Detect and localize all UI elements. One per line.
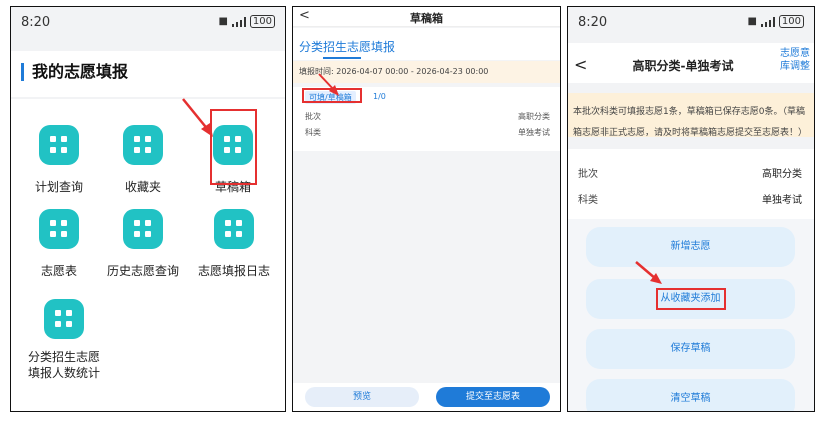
status-time: 8:20 xyxy=(21,15,51,30)
notice-text: 本批次科类可填报志愿1条，草稿箱已保存志愿0条。（草稿箱志愿非正式志愿，请及时将… xyxy=(573,107,808,138)
row-label: 科类 xyxy=(305,128,321,137)
tile-applicant-statistics[interactable]: 分类招生志愿 填报人数统计 xyxy=(19,299,109,381)
status-bar: 8:20 ■ 100 xyxy=(568,7,814,37)
batch-info: 批次 高职分类 科类 单独考试 xyxy=(568,149,814,219)
preview-button[interactable]: 预览 xyxy=(305,387,419,407)
draft-count: 1/0 xyxy=(373,92,386,101)
tile-label-line1: 分类招生志愿 xyxy=(27,350,100,364)
grid-icon xyxy=(123,209,163,249)
bottom-action-bar: 预览 提交至志愿表 xyxy=(293,383,560,411)
grid-icon xyxy=(214,209,254,249)
tab-bar: 分类招生志愿填报 xyxy=(293,28,560,60)
row-batch: 批次 高职分类 xyxy=(578,165,802,180)
header: 我的志愿填报 xyxy=(11,51,285,97)
nav-bar: < 高职分类-单独考试 志愿意库调整 xyxy=(568,43,814,83)
grid-icon xyxy=(44,299,84,339)
button-label: 清空草稿 xyxy=(670,393,711,404)
mute-icon: ■ xyxy=(218,16,228,27)
row-value: 高职分类 xyxy=(518,112,550,121)
mute-icon: ■ xyxy=(747,16,757,27)
tile-favorites[interactable]: 收藏夹 xyxy=(103,125,183,195)
status-time: 8:20 xyxy=(578,15,608,30)
status-icons: ■ 100 xyxy=(218,15,275,28)
red-arrow-icon xyxy=(318,73,339,96)
status-icons: ■ 100 xyxy=(747,15,804,28)
status-bar: 8:20 ■ 100 xyxy=(11,7,285,37)
row-label: 批次 xyxy=(305,112,321,121)
button-label: 新增志愿 xyxy=(670,241,711,252)
add-from-favorites-button[interactable]: 从收藏夹添加 xyxy=(586,279,795,319)
red-arrow-icon xyxy=(182,98,213,137)
row-batch: 批次 高职分类 xyxy=(305,111,550,122)
tab-category-admission[interactable]: 分类招生志愿填报 xyxy=(299,38,395,55)
tile-application-form[interactable]: 志愿表 xyxy=(19,209,99,279)
page-title: 我的志愿填报 xyxy=(21,63,128,81)
nav-title: 草稿箱 xyxy=(410,12,443,25)
add-application-button[interactable]: 新增志愿 xyxy=(586,227,795,267)
row-subject: 科类 单独考试 xyxy=(578,191,802,206)
tile-label: 收藏夹 xyxy=(124,180,161,194)
row-value: 高职分类 xyxy=(762,169,802,180)
button-label: 从收藏夹添加 xyxy=(655,288,726,310)
tile-label-line2: 填报人数统计 xyxy=(27,366,100,380)
nav-title: 高职分类-单独考试 xyxy=(632,59,734,73)
grid-icon xyxy=(39,209,79,249)
submit-to-form-button[interactable]: 提交至志愿表 xyxy=(436,387,550,407)
row-label: 批次 xyxy=(578,169,598,180)
grid-icon xyxy=(123,125,163,165)
action-list: 新增志愿 从收藏夹添加 保存草稿 清空草稿 xyxy=(568,219,814,411)
battery-icon: 100 xyxy=(249,15,275,28)
screen-vocational-single-exam: 8:20 ■ 100 < 高职分类-单独考试 志愿意库调整 本批次科类可填报志愿… xyxy=(567,6,815,412)
tile-label: 历史志愿查询 xyxy=(106,264,179,278)
save-draft-button[interactable]: 保存草稿 xyxy=(586,329,795,369)
screen-drafts: < 草稿箱 分类招生志愿填报 填报时间: 2026-04-07 00:00 - … xyxy=(292,6,561,412)
nav-bar: < 草稿箱 xyxy=(293,7,560,27)
tile-application-log[interactable]: 志愿填报日志 xyxy=(191,209,277,279)
signal-icon xyxy=(760,16,775,27)
tile-label: 分类招生志愿 填报人数统计 xyxy=(19,349,109,381)
button-label: 保存草稿 xyxy=(670,343,711,354)
row-subject: 科类 单独考试 xyxy=(305,127,550,138)
tile-label: 志愿表 xyxy=(40,264,77,278)
row-value: 单独考试 xyxy=(518,128,550,137)
library-adjust-link[interactable]: 志愿意库调整 xyxy=(780,47,810,73)
tile-label: 志愿填报日志 xyxy=(197,264,270,278)
signal-icon xyxy=(231,16,246,27)
quota-notice: 本批次科类可填报志愿1条，草稿箱已保存志愿0条。（草稿箱志愿非正式志愿，请及时将… xyxy=(568,93,814,138)
row-label: 科类 xyxy=(578,195,598,206)
screen-my-applications: 8:20 ■ 100 我的志愿填报 计划查询 收藏夹 草稿箱 志愿表 历史志愿查… xyxy=(10,6,286,412)
battery-icon: 100 xyxy=(778,15,804,28)
tile-label: 计划查询 xyxy=(34,180,83,194)
grid-icon xyxy=(39,125,79,165)
clear-draft-button[interactable]: 清空草稿 xyxy=(586,379,795,411)
tab-underline xyxy=(323,57,361,59)
red-arrow-icon xyxy=(635,261,662,284)
row-value: 单独考试 xyxy=(762,195,802,206)
tile-history-query[interactable]: 历史志愿查询 xyxy=(103,209,183,279)
tile-plan-query[interactable]: 计划查询 xyxy=(19,125,99,195)
